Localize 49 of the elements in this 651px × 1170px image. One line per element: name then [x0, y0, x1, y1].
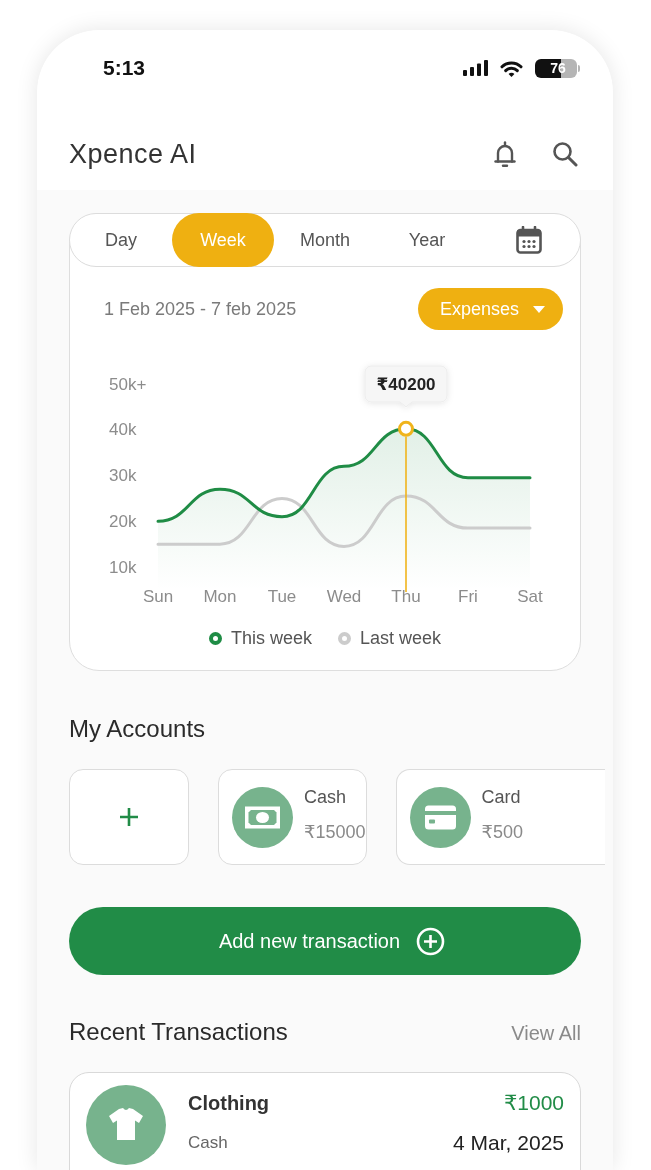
y-axis-label: 50k+: [109, 374, 147, 394]
period-tab[interactable]: Year: [376, 213, 478, 267]
x-axis-label: Mon: [203, 586, 237, 606]
period-tab[interactable]: Month: [274, 213, 376, 267]
account-card[interactable]: Cash ₹15000: [218, 769, 367, 865]
account-name: Cash: [304, 787, 348, 808]
tooltip-value: ₹40200: [376, 375, 436, 394]
calendar-icon[interactable]: [516, 226, 542, 254]
banknote-icon: [232, 786, 293, 848]
account-name: Card: [481, 787, 522, 808]
plus-circle-icon: [416, 926, 446, 956]
add-transaction-button[interactable]: Add new transaction: [69, 907, 581, 975]
y-axis-label: 30k: [109, 466, 137, 485]
section-title: Recent Transactions: [69, 1017, 288, 1047]
transaction-amount: ₹1000: [503, 1091, 564, 1115]
x-axis-label: Tue: [267, 586, 297, 606]
legend-label: Last week: [360, 627, 442, 649]
account-card[interactable]: Card ₹500: [395, 769, 605, 865]
highlight-point: [398, 420, 414, 437]
wifi-icon: [500, 59, 523, 77]
transaction-date: 4 Mar, 2025: [453, 1131, 564, 1155]
y-axis-label: 20k: [109, 511, 137, 531]
period-tab[interactable]: Day: [70, 213, 172, 267]
status-time: 5:13: [103, 56, 146, 80]
bell-icon[interactable]: [493, 139, 517, 169]
x-axis-label: Wed: [326, 586, 362, 606]
x-axis-label: Sun: [142, 586, 174, 606]
date-range-label: 1 Feb 2025 - 7 feb 2025: [104, 298, 297, 320]
transaction-account: Cash: [188, 1132, 228, 1154]
transaction-card[interactable]: Clothing ₹1000 Cash 4 Mar, 2025: [69, 1072, 581, 1170]
app-title: Xpence AI: [69, 138, 197, 170]
x-axis-label: Sat: [517, 586, 543, 606]
account-balance: ₹15000: [304, 822, 366, 843]
account-balance: ₹500: [481, 822, 523, 843]
x-axis-label: Thu: [391, 586, 421, 606]
transaction-category: Clothing: [188, 1091, 270, 1115]
x-axis-label: Fri: [458, 586, 478, 606]
y-axis-label: 40k: [109, 420, 137, 440]
credit-card-icon: [409, 786, 471, 848]
caret-icon: [533, 305, 545, 313]
signal-icon: [463, 60, 488, 76]
search-icon[interactable]: [552, 141, 578, 167]
section-title: My Accounts: [69, 714, 206, 744]
tshirt-icon: [86, 1085, 166, 1165]
legend-marker-icon: [338, 631, 351, 645]
plus-icon: [118, 806, 140, 828]
y-axis-label: 10k: [109, 557, 137, 577]
legend-label: This week: [230, 627, 312, 649]
legend-marker-icon: [208, 631, 222, 645]
